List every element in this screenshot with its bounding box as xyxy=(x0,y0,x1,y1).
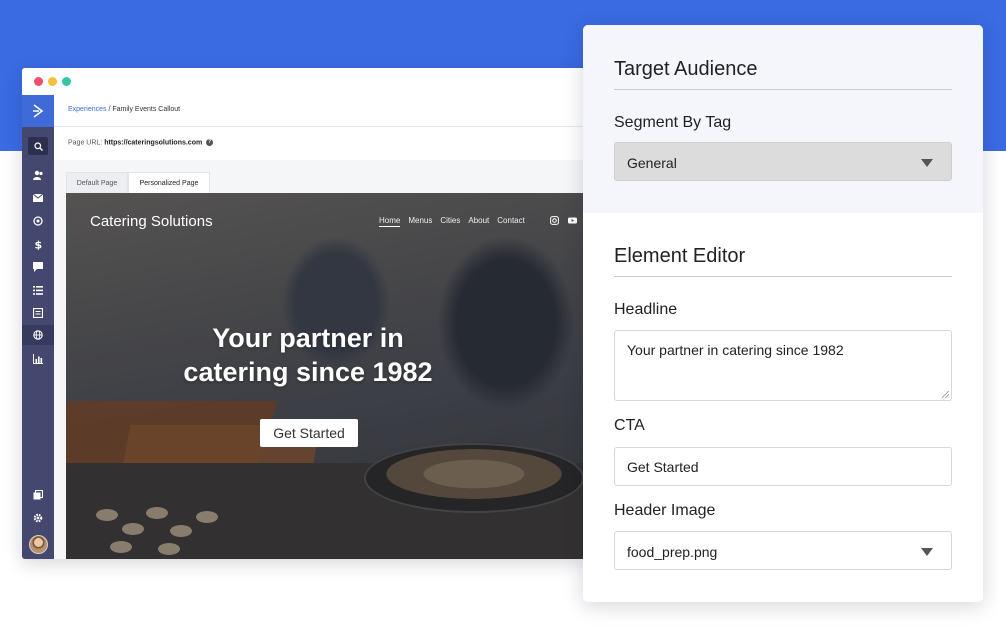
hero-headline: Your partner in catering since 1982 xyxy=(183,323,433,387)
target-icon[interactable] xyxy=(31,214,45,228)
cta-label: CTA xyxy=(614,417,645,434)
breadcrumb: Experiences / Family Events Callout xyxy=(54,95,588,127)
hero-cta-button[interactable]: Get Started xyxy=(260,419,358,447)
section-divider xyxy=(614,276,952,277)
header-image-select-value: food_prep.png xyxy=(627,544,718,560)
globe-icon[interactable] xyxy=(22,325,54,345)
page-url-row: Page URL: https://cateringsolutions.com … xyxy=(54,127,588,160)
breadcrumb-current: Family Events Callout xyxy=(112,106,181,113)
segment-select-value: General xyxy=(627,155,677,171)
breadcrumb-experiences-link[interactable]: Experiences xyxy=(68,106,107,113)
document-icon[interactable] xyxy=(31,306,45,320)
gear-icon[interactable] xyxy=(31,511,45,525)
copy-icon[interactable] xyxy=(31,488,45,502)
nav-home[interactable]: Home xyxy=(379,216,401,227)
bar-chart-icon[interactable] xyxy=(31,352,45,366)
nav-cities[interactable]: Cities xyxy=(440,216,460,227)
help-icon[interactable]: ? xyxy=(206,139,214,146)
app-main: Experiences / Family Events Callout Page… xyxy=(54,95,588,559)
cta-input-value: Get Started xyxy=(627,459,699,475)
element-editor-title: Element Editor xyxy=(614,245,746,267)
page-url-label: Page URL: xyxy=(68,139,105,147)
minimize-window-dot[interactable] xyxy=(48,77,57,86)
chevron-down-icon xyxy=(921,159,933,167)
nav-menus[interactable]: Menus xyxy=(408,216,432,227)
chevron-down-icon xyxy=(921,548,933,556)
users-icon[interactable] xyxy=(31,168,45,182)
app-sidebar: $ xyxy=(22,95,54,559)
svg-text:$: $ xyxy=(35,239,43,250)
editor-panel: Target Audience Segment By Tag General E… xyxy=(583,25,983,602)
headline-textarea-value: Your partner in catering since 1982 xyxy=(627,342,844,358)
window-titlebar xyxy=(22,68,588,95)
nav-about[interactable]: About xyxy=(468,216,489,227)
instagram-icon[interactable] xyxy=(550,216,559,225)
headline-label: Headline xyxy=(614,301,678,318)
nav-contact[interactable]: Contact xyxy=(497,216,525,227)
logo-chevron-icon[interactable] xyxy=(22,95,54,127)
close-window-dot[interactable] xyxy=(34,77,43,86)
tab-personalized-page[interactable]: Personalized Page xyxy=(128,172,210,193)
header-image-select[interactable]: food_prep.png xyxy=(614,531,952,570)
maximize-window-dot[interactable] xyxy=(62,77,71,86)
list-icon[interactable] xyxy=(31,283,45,297)
browser-window: $ Experiences / Family Events Callout Pa… xyxy=(22,68,588,559)
page-preview: Catering Solutions Home Menus Cities Abo… xyxy=(66,193,588,559)
search-icon[interactable] xyxy=(28,137,48,155)
dollar-icon[interactable]: $ xyxy=(31,237,45,251)
mail-icon[interactable] xyxy=(31,191,45,205)
headline-textarea[interactable]: Your partner in catering since 1982 xyxy=(614,330,952,401)
segment-by-tag-label: Segment By Tag xyxy=(614,114,732,131)
avatar[interactable] xyxy=(29,535,48,554)
section-divider xyxy=(614,89,952,90)
chat-icon[interactable] xyxy=(31,260,45,274)
segment-select[interactable]: General xyxy=(614,142,952,181)
page-url-value: https://cateringsolutions.com xyxy=(104,139,203,147)
resize-handle-icon[interactable] xyxy=(942,391,949,398)
target-audience-section: Target Audience Segment By Tag General xyxy=(583,25,983,213)
youtube-icon[interactable] xyxy=(568,216,577,225)
header-image-label: Header Image xyxy=(614,502,716,519)
tab-default-page[interactable]: Default Page xyxy=(66,172,128,193)
site-logo[interactable]: Catering Solutions xyxy=(90,213,213,230)
site-nav: Home Menus Cities About Contact xyxy=(379,216,525,227)
target-audience-title: Target Audience xyxy=(614,58,758,80)
cta-input[interactable]: Get Started xyxy=(614,447,952,486)
